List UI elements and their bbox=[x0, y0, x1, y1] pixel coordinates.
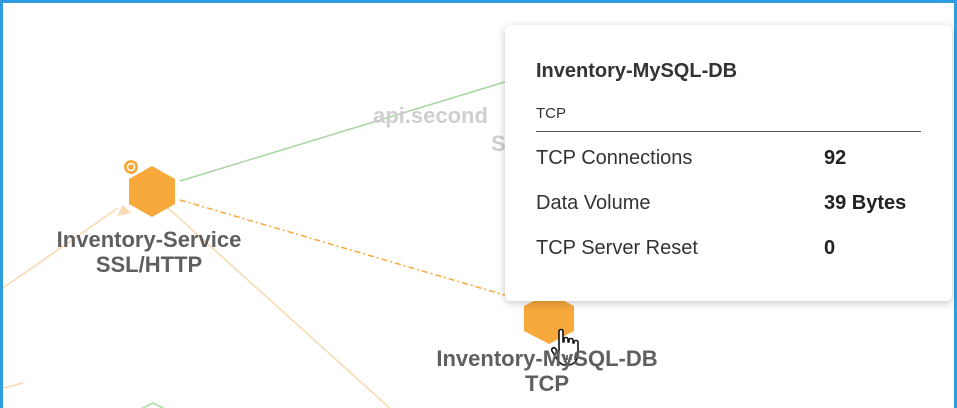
metric-label: TCP Connections bbox=[536, 147, 693, 169]
node-tooltip: Inventory-MySQL-DB TCP TCP Connections 9… bbox=[505, 25, 952, 301]
node-name: api.second bbox=[373, 103, 488, 128]
metric-value: 92 bbox=[824, 147, 847, 169]
tooltip-divider bbox=[536, 131, 921, 132]
partial-node-icon bbox=[140, 401, 166, 408]
mysql-node-label[interactable]: Inventory-MySQL-DB TCP bbox=[405, 346, 689, 396]
link-arrow bbox=[117, 205, 131, 216]
service-node-label[interactable]: Inventory-Service SSL/HTTP bbox=[33, 227, 265, 277]
alert-badge-icon bbox=[122, 158, 140, 176]
tooltip-metric-row: TCP Server Reset 0 bbox=[536, 226, 921, 271]
metric-value: 0 bbox=[824, 237, 836, 259]
node-protocol: SSL/HTTP bbox=[95, 252, 203, 277]
tooltip-title: Inventory-MySQL-DB bbox=[536, 60, 738, 82]
tooltip-metric-row: TCP Connections 92 bbox=[536, 136, 921, 181]
metric-value: 39 Bytes bbox=[824, 192, 907, 214]
metric-label: TCP Server Reset bbox=[536, 237, 698, 259]
link-bottom-left bbox=[3, 382, 24, 389]
node-name: Inventory-Service bbox=[56, 227, 242, 252]
link-service-to-api[interactable] bbox=[179, 80, 509, 182]
api-node-label: api.second bbox=[373, 103, 488, 128]
node-protocol: TCP bbox=[525, 371, 569, 396]
metric-label: Data Volume bbox=[536, 192, 651, 214]
node-name: Inventory-MySQL-DB bbox=[436, 346, 658, 371]
tooltip-protocol: TCP bbox=[536, 105, 566, 122]
tooltip-metric-row: Data Volume 39 Bytes bbox=[536, 181, 921, 226]
api-node-protocol: S bbox=[491, 131, 506, 156]
